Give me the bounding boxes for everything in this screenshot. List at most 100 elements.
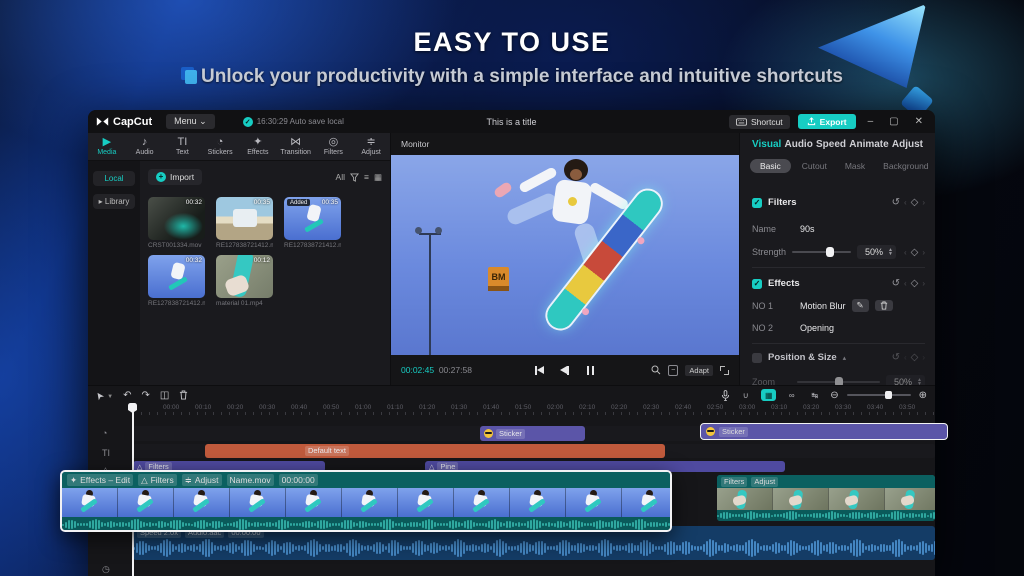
tab-visual[interactable]: Visual	[752, 139, 781, 150]
preview-axis-toggle[interactable]: ▦	[761, 389, 777, 401]
strength-value[interactable]: 50% ▲ ▼	[856, 245, 896, 259]
filters-icon: ◎	[328, 136, 339, 148]
collapse-icon[interactable]: ▴	[843, 354, 847, 362]
tab-media[interactable]: ▶ Media	[88, 133, 126, 160]
subtab-cutout[interactable]: Cutout	[795, 159, 834, 173]
media-item[interactable]: 00:32 RE127838721412.mp4	[148, 255, 205, 307]
video-clip[interactable]: Filters Adjust	[717, 475, 935, 521]
subtab-background[interactable]: Background	[876, 159, 935, 173]
media-item[interactable]: 00:35 RE127838721412.mp4	[216, 197, 273, 249]
text-clip[interactable]: Default text	[205, 444, 665, 458]
selected-sticker-clip[interactable]: Sticker	[700, 423, 948, 440]
reset-icon[interactable]: ↺	[892, 197, 900, 208]
tab-text[interactable]: TI Text	[164, 133, 202, 160]
link-toggle[interactable]: ∞	[784, 389, 799, 401]
sidebar-item-local[interactable]: Local	[93, 171, 135, 186]
effects-checkbox[interactable]: ✓	[752, 278, 762, 289]
microphone-icon[interactable]	[721, 389, 730, 401]
subtab-basic[interactable]: Basic	[750, 159, 791, 173]
zoom-out-icon[interactable]: ⊖	[830, 390, 838, 401]
media-item-name: material 01.mp4	[216, 300, 263, 307]
sticker-track-icon[interactable]: ◔	[102, 428, 107, 438]
tab-animate[interactable]: Animate	[849, 139, 888, 150]
delete-effect-button[interactable]	[874, 300, 893, 311]
edit-effect-button[interactable]: ✎	[851, 299, 869, 312]
filters-checkbox[interactable]: ✓	[752, 197, 762, 208]
keyframe-icon: ◇	[910, 352, 919, 363]
reset-icon: ↺	[891, 352, 900, 363]
keyframe-icon[interactable]: ◇	[911, 247, 919, 258]
trash-icon[interactable]	[179, 390, 188, 400]
stepper-icon[interactable]: ▲ ▼	[888, 248, 893, 257]
auto-split-toggle[interactable]: ↹	[807, 389, 822, 401]
clip-effect-badge: Filters	[721, 476, 748, 487]
list-view-icon[interactable]: ≡	[364, 172, 369, 182]
skip-back-button[interactable]	[535, 365, 544, 375]
duration-badge: 00:35	[321, 199, 338, 206]
minimize-button[interactable]: –	[864, 116, 878, 127]
inspector-tabs: Visual Audio Speed Animate Adjust	[740, 133, 935, 150]
redo-button[interactable]: ↷	[142, 390, 150, 401]
timeline-toolbar: ➤ ▼ ↶ ↷ ◫ ∪ ▦ ∞ ↹ ⊖ ⊕	[88, 386, 935, 404]
reset-icon[interactable]: ↺	[892, 278, 900, 289]
export-button[interactable]: Export	[797, 114, 856, 129]
tab-adjust[interactable]: ≑ Adjust	[352, 133, 390, 160]
pause-button[interactable]	[585, 365, 595, 375]
sticker-clip[interactable]: Sticker	[480, 426, 585, 441]
filter-strength-row: Strength 50% ▲ ▼ ‹ ◇ ›	[752, 245, 925, 259]
duration-badge: 00:35	[253, 199, 270, 206]
clip-filter-badge: △ Filters	[138, 474, 177, 486]
media-item[interactable]: Added 00:35 RE127838721412.mp4	[284, 197, 341, 249]
funnel-icon[interactable]	[350, 172, 359, 182]
grid-view-icon[interactable]: ▦	[374, 172, 382, 183]
filter-name-value[interactable]: 90s	[800, 224, 815, 234]
magnet-toggle[interactable]: ∪	[738, 389, 753, 401]
tab-audio-inspector[interactable]: Audio	[784, 139, 812, 150]
keyframe-icon[interactable]: ◇	[911, 278, 919, 289]
maximize-button[interactable]: ▢	[885, 116, 902, 127]
sunglasses-emoji-icon	[484, 429, 493, 438]
undo-button[interactable]: ↶	[123, 390, 131, 401]
select-tool-button[interactable]: ➤ ▼	[93, 388, 113, 401]
filters-section-header: ✓ Filters ↺ ‹ ◇ ›	[752, 197, 925, 208]
chevron-right-icon: ▸	[98, 197, 103, 206]
zoom-param-slider[interactable]	[797, 377, 881, 388]
video-filmstrip	[717, 488, 935, 510]
blue-squares-icon	[181, 67, 198, 84]
subtab-mask[interactable]: Mask	[838, 159, 872, 173]
monitor-panel: Monitor BM 00:02:45 00:27:58 ~ Adapt	[390, 133, 740, 385]
text-track-icon[interactable]: TI	[102, 448, 110, 458]
split-button[interactable]: ◫	[160, 390, 169, 401]
callout-clip[interactable]: ✦ Effects – Edit △ Filters ≑ Adjust Name.mo…	[60, 470, 672, 532]
prev-frame-button[interactable]	[560, 365, 569, 375]
tab-audio[interactable]: ♪ Audio	[126, 133, 164, 160]
position-checkbox[interactable]: ✓	[752, 352, 762, 363]
media-item[interactable]: 00:12 material 01.mp4	[216, 255, 273, 307]
video-preview: BM	[391, 155, 739, 355]
close-button[interactable]: ✕	[911, 116, 927, 127]
duration-badge: 00:32	[185, 199, 202, 206]
zoom-in-icon[interactable]: ⊕	[919, 390, 927, 401]
tab-filters[interactable]: ◎ Filters	[315, 133, 353, 160]
filter-all-dropdown[interactable]: All	[336, 172, 345, 182]
filter-name-row: Name 90s	[752, 224, 815, 234]
media-content: + Import All ≡ ▦ 00:32 CRST001334.mov 00…	[140, 161, 390, 385]
shortcut-button[interactable]: Shortcut	[729, 114, 790, 129]
tab-effects[interactable]: ✦ Effects	[239, 133, 277, 160]
tab-stickers[interactable]: ◔ Stickers	[201, 133, 239, 160]
tab-speed[interactable]: Speed	[816, 139, 846, 150]
filter-icon: △	[141, 475, 148, 485]
audio-track-icon[interactable]: ◷	[102, 564, 110, 575]
media-item[interactable]: 00:32 CRST001334.mov	[148, 197, 205, 249]
page: EASY TO USE Unlock your productivity wit…	[0, 0, 1024, 576]
timeline-zoom-slider[interactable]	[846, 391, 911, 399]
tab-adjust-inspector[interactable]: Adjust	[892, 139, 923, 150]
menu-button[interactable]: Menu ⌄	[166, 114, 215, 129]
strength-slider[interactable]	[792, 247, 851, 258]
sidebar-item-library[interactable]: ▸ Library	[93, 194, 135, 209]
tab-transition[interactable]: ⋈ Transition	[277, 133, 315, 160]
fullscreen-icon[interactable]	[720, 365, 729, 375]
import-button[interactable]: + Import	[148, 169, 203, 185]
keyframe-icon[interactable]: ◇	[911, 197, 919, 208]
time-ruler[interactable]: 00:00 00:10 00:20 00:30 00:40 00:50 01:00 01:10…	[133, 404, 935, 416]
